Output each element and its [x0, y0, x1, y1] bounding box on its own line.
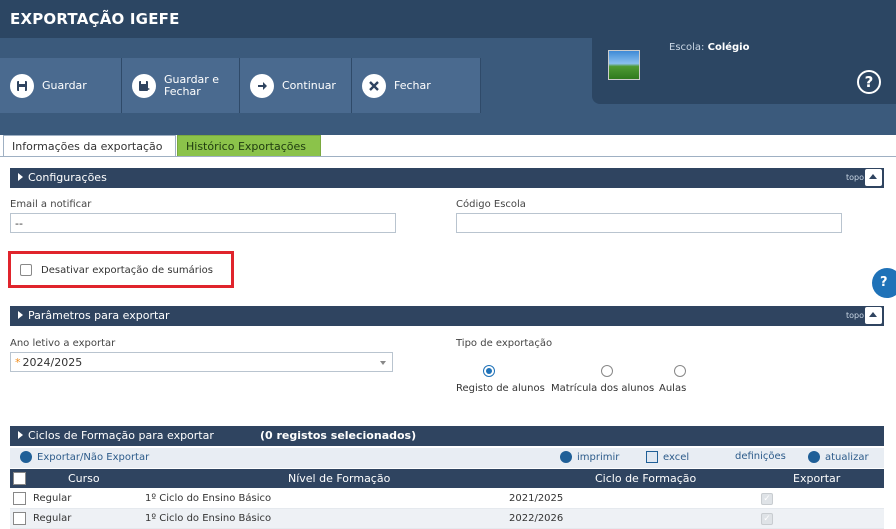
cell-course: Regular — [33, 513, 72, 524]
cell-level: 1º Ciclo do Ensino Básico — [145, 493, 272, 504]
refresh-label: atualizar — [825, 451, 869, 463]
toggle-export-button[interactable]: Exportar/Não Exportar — [20, 451, 149, 463]
toggle-icon — [20, 451, 32, 463]
column-cycle[interactable]: Ciclo de Formação — [595, 472, 696, 485]
school-year-select[interactable]: * 2024/2025 — [10, 352, 393, 372]
export-type-label: Tipo de exportação — [456, 338, 553, 349]
required-marker: * — [15, 356, 21, 369]
column-course[interactable]: Curso — [68, 472, 100, 485]
email-label: Email a notificar — [10, 199, 92, 210]
email-field[interactable]: -- — [10, 213, 396, 233]
save-and-close-button[interactable]: Guardar e Fechar — [122, 58, 240, 113]
tab-export-history[interactable]: Histórico Exportações — [177, 135, 321, 157]
print-icon — [560, 451, 572, 463]
school-year-label: Ano letivo a exportar — [10, 338, 116, 349]
section-params-title: Parâmetros para exportar — [28, 309, 170, 322]
school-name: Colégio — [707, 42, 750, 53]
topo-label: topo — [845, 311, 864, 320]
table-row[interactable]: Regular 1º Ciclo do Ensino Básico 2022/2… — [10, 509, 884, 529]
select-all-checkbox[interactable] — [13, 472, 26, 485]
column-level[interactable]: Nível de Formação — [288, 472, 390, 485]
cell-cycle: 2022/2026 — [509, 513, 564, 524]
scroll-top-button[interactable] — [865, 307, 882, 324]
print-button[interactable]: imprimir — [560, 451, 619, 463]
settings-button[interactable]: definições — [735, 451, 786, 462]
disable-summaries-label: Desativar exportação de sumários — [41, 265, 213, 276]
row-checkbox[interactable] — [13, 492, 26, 505]
section-cycles-title: Ciclos de Formação para exportar — [28, 429, 214, 442]
school-code-field[interactable] — [456, 213, 842, 233]
school-label-text: Escola: — [669, 42, 705, 53]
table-toolbar: Exportar/Não Exportar imprimir excel def… — [10, 448, 884, 468]
excel-button[interactable]: excel — [646, 451, 689, 463]
caret-right-icon — [18, 431, 23, 439]
refresh-icon — [808, 451, 820, 463]
tab-export-info[interactable]: Informações da exportação — [3, 135, 176, 157]
print-label: imprimir — [577, 451, 620, 463]
arrow-right-icon — [250, 73, 274, 98]
tab-divider — [0, 156, 896, 157]
close-label: Fechar — [394, 78, 431, 92]
column-export[interactable]: Exportar — [793, 472, 840, 485]
radio-student-records[interactable] — [483, 365, 495, 377]
save-close-label-1: Guardar e — [164, 72, 220, 86]
tab-bar: Informações da exportação Histórico Expo… — [0, 135, 896, 157]
app-header: EXPORTAÇÃO IGEFE Guardar Guardar e Fecha… — [0, 0, 896, 135]
save-icon — [10, 73, 34, 98]
radio-student-enrollment-label: Matrícula dos alunos — [551, 383, 655, 394]
school-code-label: Código Escola — [456, 199, 526, 210]
caret-right-icon — [18, 173, 23, 181]
scroll-top-button[interactable] — [865, 169, 882, 186]
export-check[interactable]: ✓ — [761, 493, 773, 505]
radio-student-records-label: Registo de alunos — [456, 383, 545, 394]
caret-right-icon — [18, 311, 23, 319]
refresh-button[interactable]: atualizar — [808, 451, 869, 463]
excel-icon — [646, 451, 658, 463]
toolbar: Guardar Guardar e Fechar Continuar Fecha… — [0, 58, 481, 113]
selected-count: (0 registos selecionados) — [260, 429, 417, 442]
continue-label: Continuar — [282, 78, 336, 92]
settings-label: definições — [735, 451, 786, 462]
section-config-title: Configurações — [28, 171, 107, 184]
side-help-icon[interactable]: ? — [872, 268, 896, 298]
cell-level: 1º Ciclo do Ensino Básico — [145, 513, 272, 524]
table-header: Curso Nível de Formação Ciclo de Formaçã… — [10, 469, 884, 488]
radio-classes-label: Aulas — [659, 383, 687, 394]
save-button[interactable]: Guardar — [0, 58, 122, 113]
topo-label: topo — [845, 173, 864, 182]
excel-label: excel — [663, 451, 690, 463]
radio-classes[interactable] — [674, 365, 686, 377]
toggle-export-label: Exportar/Não Exportar — [37, 451, 150, 463]
radio-student-enrollment[interactable] — [601, 365, 613, 377]
close-icon — [362, 73, 386, 98]
section-cycles-header[interactable]: Ciclos de Formação para exportar (0 regi… — [10, 426, 884, 446]
table-row[interactable]: Regular 1º Ciclo do Ensino Básico 2021/2… — [10, 489, 884, 509]
cell-cycle: 2021/2025 — [509, 493, 564, 504]
cell-course: Regular — [33, 493, 72, 504]
help-icon[interactable]: ? — [857, 70, 881, 94]
section-config-header[interactable]: Configurações topo — [10, 168, 884, 188]
continue-button[interactable]: Continuar — [240, 58, 352, 113]
save-close-icon — [132, 73, 156, 98]
school-year-value: 2024/2025 — [22, 356, 83, 369]
save-label: Guardar — [42, 78, 87, 92]
chevron-down-icon — [380, 361, 386, 365]
row-checkbox[interactable] — [13, 512, 26, 525]
school-panel: Escola: Colégio ? — [592, 38, 896, 104]
section-params-header[interactable]: Parâmetros para exportar topo — [10, 306, 884, 326]
school-image — [608, 50, 640, 80]
app-title: EXPORTAÇÃO IGEFE — [10, 10, 180, 28]
export-check[interactable]: ✓ — [761, 513, 773, 525]
save-close-label-2: Fechar — [164, 84, 201, 98]
close-button[interactable]: Fechar — [352, 58, 481, 113]
disable-summaries-checkbox[interactable] — [20, 264, 32, 276]
school-label: Escola: Colégio — [669, 42, 749, 53]
